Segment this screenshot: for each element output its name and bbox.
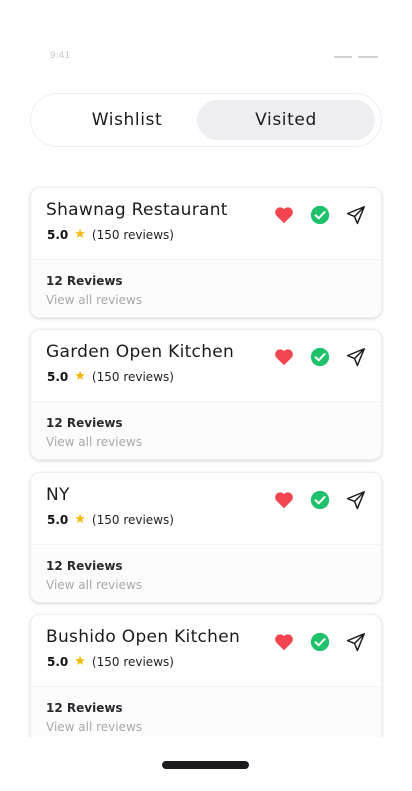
restaurant-name: Shawnag Restaurant [46,200,228,220]
reviews-count: 12 Reviews [46,416,123,430]
battery-icon [358,56,378,58]
rating-count: (150 reviews) [91,370,174,384]
rating-row: 5.0 ★ (150 reviews) [47,228,174,242]
card-actions [273,346,367,368]
rating-score: 5.0 [47,513,69,527]
reviews-count: 12 Reviews [46,274,123,288]
restaurant-card[interactable]: Garden Open Kitchen 5.0 ★ (150 reviews) … [30,329,382,460]
star-icon: ★ [74,369,86,384]
star-icon: ★ [74,227,86,242]
check-circle-icon[interactable] [309,489,331,511]
restaurant-card[interactable]: Shawnag Restaurant 5.0 ★ (150 reviews) 1… [30,187,382,318]
heart-icon[interactable] [273,489,295,511]
reviews-count: 12 Reviews [46,701,123,715]
rating-row: 5.0 ★ (150 reviews) [47,370,174,384]
signal-icon [334,56,352,58]
star-icon: ★ [74,654,86,669]
rating-row: 5.0 ★ (150 reviews) [47,513,174,527]
restaurant-card[interactable]: Bushido Open Kitchen 5.0 ★ (150 reviews)… [30,614,382,745]
send-icon[interactable] [345,631,367,653]
check-circle-icon[interactable] [309,346,331,368]
rating-score: 5.0 [47,228,69,242]
status-bar: 9:41 [0,52,412,64]
view-all-reviews-link[interactable]: View all reviews [46,578,142,592]
heart-icon[interactable] [273,204,295,226]
send-icon[interactable] [345,346,367,368]
card-actions [273,489,367,511]
view-all-reviews-link[interactable]: View all reviews [46,293,142,307]
rating-count: (150 reviews) [91,655,174,669]
reviews-count: 12 Reviews [46,559,123,573]
restaurant-name: NY [46,485,70,505]
check-circle-icon[interactable] [309,631,331,653]
view-all-reviews-link[interactable]: View all reviews [46,720,142,734]
tab-wishlist[interactable]: Wishlist [59,100,195,140]
rating-score: 5.0 [47,655,69,669]
check-circle-icon[interactable] [309,204,331,226]
segmented-tabs: Wishlist Visited [30,93,382,147]
heart-icon[interactable] [273,631,295,653]
view-all-reviews-link[interactable]: View all reviews [46,435,142,449]
card-actions [273,631,367,653]
rating-score: 5.0 [47,370,69,384]
status-icons [334,56,378,58]
restaurant-name: Bushido Open Kitchen [46,627,241,647]
rating-count: (150 reviews) [91,228,174,242]
card-actions [273,204,367,226]
tab-visited[interactable]: Visited [197,100,375,140]
restaurant-name: Garden Open Kitchen [46,342,235,362]
restaurant-card[interactable]: NY 5.0 ★ (150 reviews) 12 Reviews View a… [30,472,382,603]
rating-row: 5.0 ★ (150 reviews) [47,655,174,669]
home-indicator[interactable] [162,761,249,769]
heart-icon[interactable] [273,346,295,368]
status-time: 9:41 [50,51,71,61]
rating-count: (150 reviews) [91,513,174,527]
send-icon[interactable] [345,204,367,226]
send-icon[interactable] [345,489,367,511]
star-icon: ★ [74,512,86,527]
